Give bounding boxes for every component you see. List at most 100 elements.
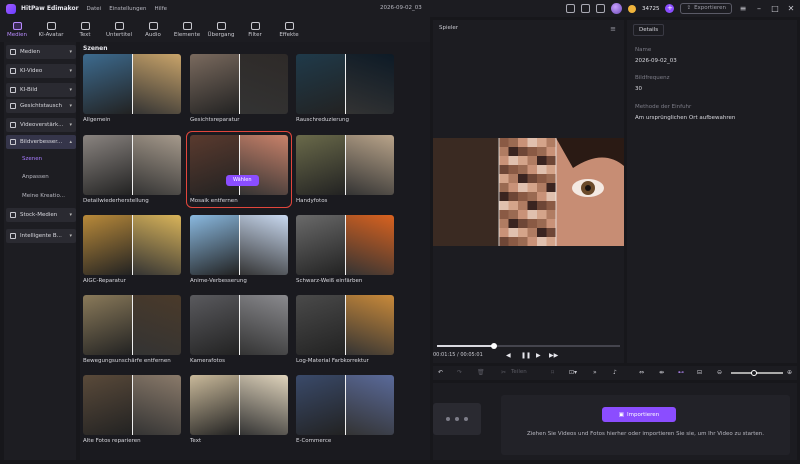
close-icon[interactable]: ✕ xyxy=(786,4,796,14)
marker-icon[interactable]: ⌑ xyxy=(551,369,554,376)
mosaic-pixel xyxy=(537,147,547,156)
scene-card[interactable]: Text xyxy=(190,375,288,444)
export-button[interactable]: ⇪ Exportieren xyxy=(680,3,732,14)
timeline-toolbar: ↶ ↷ 🗑 ✂ Teilen ⌑ ⊡▾ » ♪ ⇔ ⇹ ⊷ ⊟ ⊖ ⊕ xyxy=(433,366,797,380)
playback-handle[interactable] xyxy=(490,343,497,349)
tab-media[interactable]: Medien xyxy=(0,17,34,42)
tab-details[interactable]: Details xyxy=(633,24,665,36)
mosaic-pixel xyxy=(499,174,509,183)
delete-icon[interactable]: 🗑 xyxy=(477,369,485,376)
scene-thumbnail xyxy=(296,295,394,355)
track-audio-icon[interactable] xyxy=(464,417,468,421)
prev-frame-icon[interactable]: ◀ xyxy=(506,352,511,359)
mosaic-pixel xyxy=(499,165,509,174)
tab-filter[interactable]: Filter xyxy=(238,17,272,42)
thumbnail-divider xyxy=(239,295,240,355)
tab-subtitles[interactable]: Untertitel xyxy=(102,17,136,42)
tab-elements[interactable]: Elemente xyxy=(170,17,204,42)
screen-icon[interactable] xyxy=(565,4,575,13)
message-icon[interactable] xyxy=(595,4,605,13)
track-lock-icon[interactable] xyxy=(446,417,450,421)
feedback-icon[interactable] xyxy=(580,4,590,13)
tab-ai-avatar[interactable]: KI-Avatar xyxy=(34,17,68,42)
thumbnail-divider xyxy=(132,295,133,355)
thumbnail-after xyxy=(239,135,288,195)
sidebar-item-smart-tools[interactable]: Intelligente B... ▾ xyxy=(6,229,76,243)
menu-icon[interactable]: ≡ xyxy=(738,4,748,14)
thumbnail-before xyxy=(83,295,132,355)
menu-settings[interactable]: Einstellungen xyxy=(109,6,146,12)
tab-transition[interactable]: Übergang xyxy=(204,17,238,42)
scene-card[interactable]: Allgemein xyxy=(83,54,181,123)
scene-card[interactable]: Kamerafotos xyxy=(190,295,288,364)
scene-card[interactable]: Wählen Mosaik entfernen xyxy=(186,131,292,208)
undo-icon[interactable]: ↶ xyxy=(438,369,443,376)
scene-card[interactable]: Anime-Verbesserung xyxy=(190,215,288,284)
scene-card[interactable]: AIGC-Reparatur xyxy=(83,215,181,284)
import-button[interactable]: ▣ Importieren xyxy=(602,407,676,422)
fast-forward-icon[interactable]: ▶▶ xyxy=(549,352,558,359)
tab-effects[interactable]: Effekte xyxy=(272,17,306,42)
scene-card[interactable]: Alte Fotos reparieren xyxy=(83,375,181,444)
player-menu-icon[interactable]: ≡ xyxy=(610,25,616,33)
magnet-icon[interactable]: ⊷ xyxy=(678,369,684,376)
fit-icon[interactable]: ⊟ xyxy=(697,369,702,376)
sidebar-subitem-scenes[interactable]: Szenen xyxy=(22,156,42,162)
sidebar-item-video-enhancer[interactable]: Videoverstärk... ▾ xyxy=(6,118,76,132)
sidebar-subitem-my-creations[interactable]: Meine Kreatio... xyxy=(22,193,65,199)
scene-card[interactable]: Schwarz-Weiß einfärben xyxy=(296,215,394,284)
user-avatar[interactable] xyxy=(610,3,622,14)
mosaic-pixel xyxy=(508,219,518,228)
video-preview[interactable] xyxy=(433,138,624,246)
sidebar-item-image-enhancer[interactable]: Bildverbesser... ▴ xyxy=(6,135,76,149)
scene-card[interactable]: Gesichtsreparatur xyxy=(190,54,288,123)
sidebar-item-ai-image[interactable]: KI-Bild ▾ xyxy=(6,83,76,97)
zoom-out-icon[interactable]: ⊖ xyxy=(717,369,722,376)
media-drop-zone[interactable]: ▣ Importieren Ziehen Sie Videos und Foto… xyxy=(501,395,790,455)
pause-icon[interactable]: ❚❚ xyxy=(521,352,531,359)
sidebar-item-face-swap[interactable]: Gesichtstausch ▾ xyxy=(6,99,76,113)
zoom-slider[interactable] xyxy=(731,369,783,376)
crop-dropdown-icon[interactable]: ⊡▾ xyxy=(569,369,577,376)
player-panel: Spieler ≡ 00:01:15 / 00:05:01 ◀ ❚❚ ▶ ▶▶ xyxy=(433,20,624,363)
track-eye-icon[interactable] xyxy=(455,417,459,421)
scene-card[interactable]: Handyfotos xyxy=(296,135,394,204)
sidebar-subitem-customize[interactable]: Anpassen xyxy=(22,174,49,180)
thumbnail-before xyxy=(190,295,239,355)
face-swap-icon xyxy=(10,103,16,109)
add-credits-button[interactable]: + xyxy=(665,4,675,13)
scene-thumbnail xyxy=(83,215,181,275)
tab-audio[interactable]: Audio xyxy=(136,17,170,42)
scene-card[interactable]: E-Commerce xyxy=(296,375,394,444)
minimize-icon[interactable]: – xyxy=(754,4,764,14)
split-label[interactable]: Teilen xyxy=(511,369,527,375)
tab-label: Text xyxy=(79,31,91,38)
next-frame-icon[interactable]: ▶ xyxy=(536,352,541,359)
snap-icon[interactable]: ⇹ xyxy=(659,369,664,376)
scene-card[interactable]: Detailwiederherstellung xyxy=(83,135,181,204)
maximize-icon[interactable]: □ xyxy=(770,4,780,14)
scene-card[interactable]: Rauschreduzierung xyxy=(296,54,394,123)
zoom-handle[interactable] xyxy=(751,369,758,376)
scene-card[interactable]: Log-Material Farbkorrektur xyxy=(296,295,394,364)
stock-icon xyxy=(10,212,16,218)
split-icon[interactable]: ✂ xyxy=(501,369,506,376)
sidebar-item-stock-media[interactable]: Stock-Medien ▾ xyxy=(6,208,76,222)
sidebar: Medien ▾ KI-Video ▾ KI-Bild ▾ Gesichtstausc… xyxy=(4,42,76,460)
expand-icon[interactable]: » xyxy=(593,369,597,376)
zoom-in-icon[interactable]: ⊕ xyxy=(787,369,792,376)
tab-text[interactable]: Text xyxy=(68,17,102,42)
menu-help[interactable]: Hilfe xyxy=(155,6,168,12)
choose-button[interactable]: Wählen xyxy=(226,175,259,186)
scene-card[interactable]: Bewegungsunschärfe entfernen xyxy=(83,295,181,364)
thumbnail-before xyxy=(83,54,132,114)
menu-file[interactable]: Datei xyxy=(87,6,102,12)
ai-video-icon xyxy=(10,68,16,74)
sidebar-item-media[interactable]: Medien ▾ xyxy=(6,45,76,59)
sidebar-item-ai-video[interactable]: KI-Video ▾ xyxy=(6,64,76,78)
tab-label: Effekte xyxy=(279,31,299,38)
playback-progress[interactable] xyxy=(437,343,620,349)
microphone-icon[interactable]: ♪ xyxy=(613,369,617,376)
redo-icon[interactable]: ↷ xyxy=(457,369,462,376)
link-icon[interactable]: ⇔ xyxy=(639,369,644,376)
